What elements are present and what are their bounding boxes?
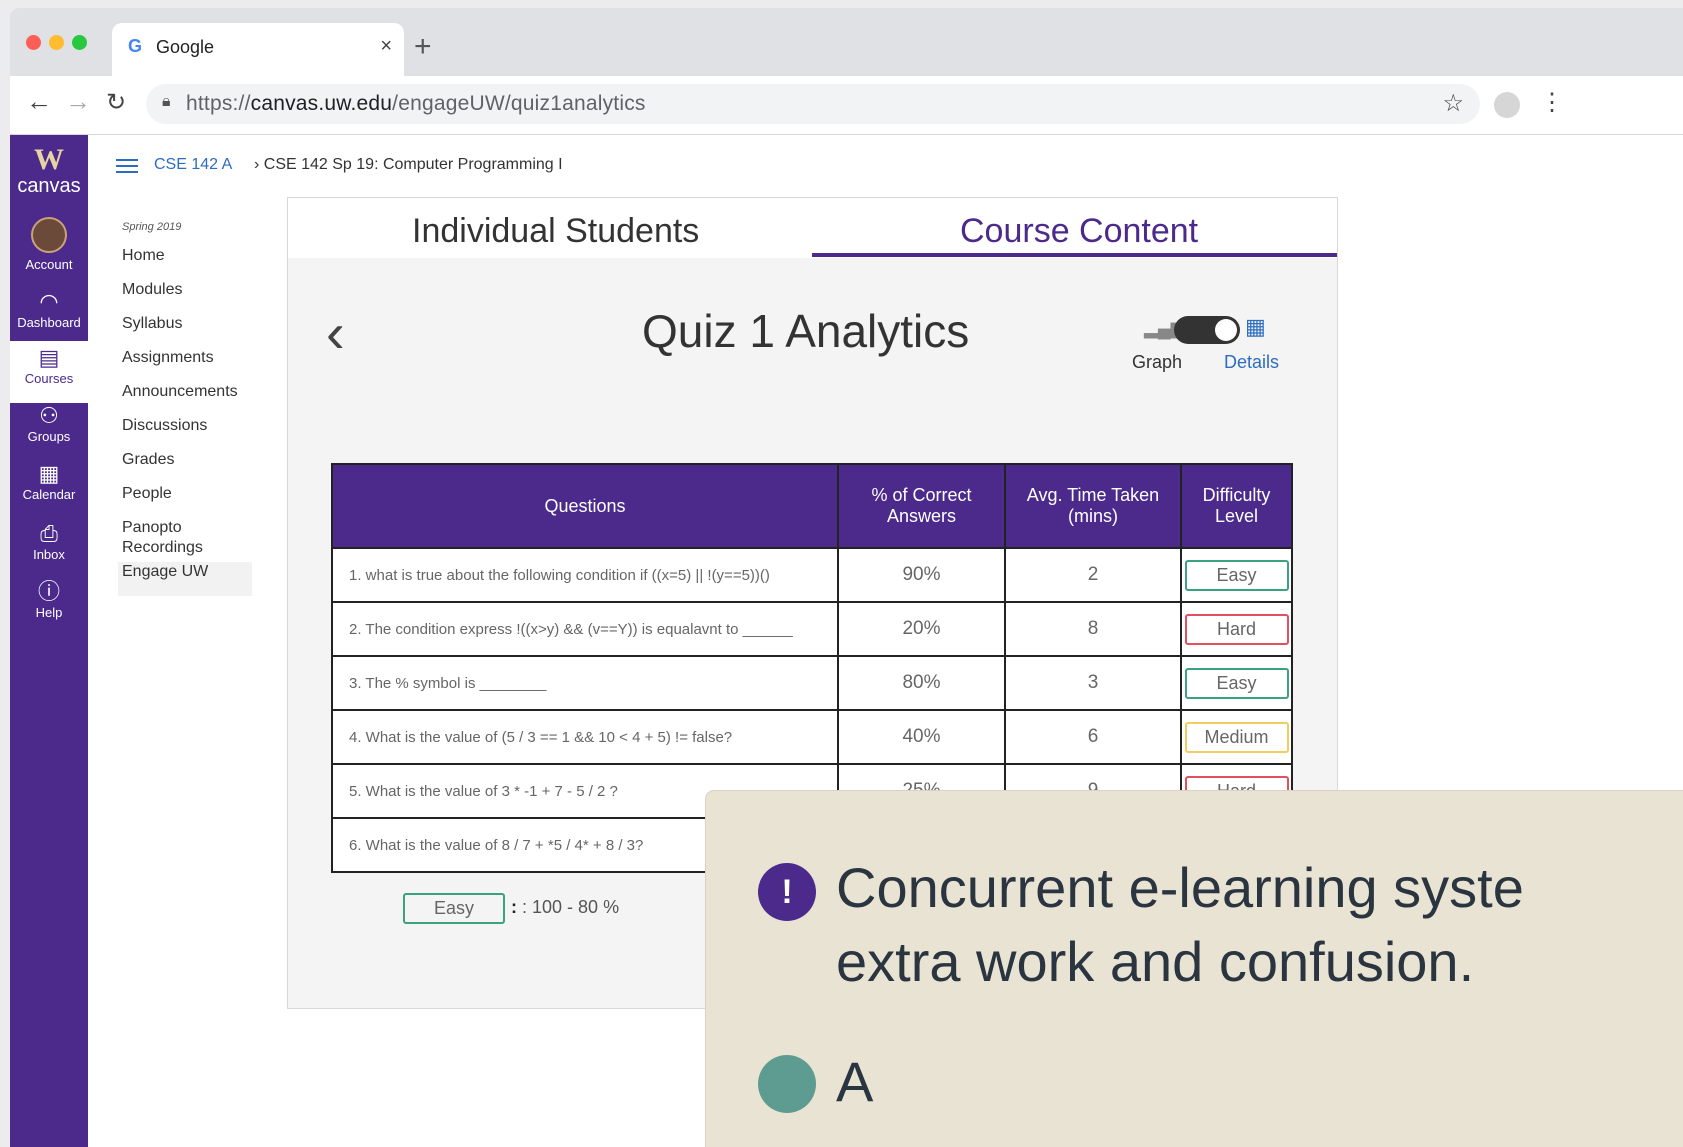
dashboard-icon: ◠ <box>39 289 59 314</box>
calendar-icon: ▦ <box>38 461 60 486</box>
col-header-questions: Questions <box>331 463 839 549</box>
address-bar[interactable]: 🔒︎ https://canvas.uw.edu/engageUW/quiz1a… <box>146 84 1480 124</box>
hamburger-menu-icon[interactable] <box>116 155 138 177</box>
nav-dashboard[interactable]: ◠ Dashboard <box>10 289 88 330</box>
table-row: 2. The condition express !((x>y) && (v==… <box>331 601 1293 657</box>
back-arrow-icon[interactable]: ← <box>26 86 52 117</box>
book-icon: ▤ <box>38 345 60 370</box>
toggle-label-graph[interactable]: Graph <box>1132 352 1182 373</box>
correct-cell: 80% <box>837 655 1006 711</box>
url-text: https://canvas.uw.edu/engageUW/quiz1anal… <box>186 92 646 115</box>
new-tab-icon[interactable]: + <box>414 30 432 64</box>
breadcrumb-course-link[interactable]: CSE 142 A <box>154 156 232 174</box>
difficulty-legend: Easy : : 100 - 80 % <box>403 893 619 924</box>
course-nav-engage-uw[interactable]: Engage UW <box>118 562 252 596</box>
browser-tab[interactable]: G Google × <box>112 23 404 77</box>
google-icon: G <box>128 36 143 56</box>
time-cell: 8 <box>1004 601 1182 657</box>
tab-individual-students[interactable]: Individual Students <box>412 212 699 251</box>
legend-easy-range: : : 100 - 80 % <box>511 897 620 917</box>
zoom-window-dot[interactable] <box>72 35 87 50</box>
time-cell: 3 <box>1004 655 1182 711</box>
inbox-icon: ⎙ <box>40 521 58 546</box>
groups-icon: ⚇ <box>39 403 59 428</box>
nav-account[interactable]: Account <box>10 217 88 272</box>
check-circle-icon <box>758 1055 816 1113</box>
nav-calendar[interactable]: ▦ Calendar <box>10 461 88 502</box>
nav-help[interactable]: ⓘ Help <box>10 579 88 620</box>
difficulty-badge: Medium <box>1184 721 1289 753</box>
callout-overlay: ! Concurrent e-learning syste extra work … <box>706 791 1683 1147</box>
grid-icon: ▦ <box>1245 314 1266 339</box>
correct-cell: 90% <box>837 547 1006 603</box>
course-nav-modules[interactable]: Modules <box>122 280 262 314</box>
course-nav-announcements[interactable]: Announcements <box>122 382 262 416</box>
tab-title: Google <box>156 37 215 57</box>
question-cell: 3. The % symbol is ________ <box>331 655 839 711</box>
course-nav-grades[interactable]: Grades <box>122 450 262 484</box>
correct-cell: 20% <box>837 601 1006 657</box>
col-header-correct: % of Correct Answers <box>837 463 1006 549</box>
difficulty-badge: Hard <box>1184 613 1289 645</box>
course-nav-panopto[interactable]: Panopto Recordings <box>122 518 212 562</box>
table-row: 3. The % symbol is ________ 80% 3 Easy <box>331 655 1293 711</box>
bookmark-star-icon[interactable]: ☆ <box>1442 89 1464 118</box>
time-cell: 2 <box>1004 547 1182 603</box>
col-header-time: Avg. Time Taken (mins) <box>1004 463 1182 549</box>
back-chevron-icon[interactable]: ‹ <box>326 300 345 365</box>
question-cell: 4. What is the value of (5 / 3 == 1 && 1… <box>331 709 839 765</box>
legend-easy-badge: Easy <box>403 893 505 924</box>
panel-tabs: Individual Students Course Content <box>288 198 1337 258</box>
more-menu-icon[interactable]: ⋮ <box>1540 88 1564 117</box>
avatar <box>31 217 67 253</box>
page-title: Quiz 1 Analytics <box>642 305 970 357</box>
close-window-dot[interactable] <box>26 35 41 50</box>
difficulty-cell: Hard <box>1180 601 1293 657</box>
table-row: 4. What is the value of (5 / 3 == 1 && 1… <box>331 709 1293 765</box>
global-nav: W canvas Account ◠ Dashboard ▤ Courses ⚇… <box>10 135 88 1147</box>
profile-avatar[interactable] <box>1494 92 1520 118</box>
course-nav: Spring 2019 Home Modules Syllabus Assign… <box>118 221 262 596</box>
nav-courses[interactable]: ▤ Courses <box>10 341 88 403</box>
minimize-window-dot[interactable] <box>49 35 64 50</box>
active-tab-underline <box>812 253 1337 257</box>
difficulty-badge: Easy <box>1184 667 1289 699</box>
difficulty-cell: Easy <box>1180 655 1293 711</box>
course-nav-syllabus[interactable]: Syllabus <box>122 314 262 348</box>
page-viewport: W canvas Account ◠ Dashboard ▤ Courses ⚇… <box>10 135 1683 1147</box>
tab-course-content[interactable]: Course Content <box>960 212 1198 251</box>
course-nav-people[interactable]: People <box>122 484 262 518</box>
forward-arrow-icon[interactable]: → <box>65 86 91 117</box>
difficulty-cell: Easy <box>1180 547 1293 603</box>
breadcrumb-current: › CSE 142 Sp 19: Computer Programming I <box>254 156 563 173</box>
course-term: Spring 2019 <box>122 221 182 233</box>
help-icon: ⓘ <box>37 579 60 604</box>
callout-message: Concurrent e-learning syste extra work an… <box>836 856 1524 993</box>
question-cell: 2. The condition express !((x>y) && (v==… <box>331 601 839 657</box>
course-nav-home[interactable]: Home <box>122 246 262 280</box>
question-cell: 1. what is true about the following cond… <box>331 547 839 603</box>
difficulty-cell: Medium <box>1180 709 1293 765</box>
col-header-difficulty: Difficulty Level <box>1180 463 1293 549</box>
browser-window: G Google × + ← → ↻ 🔒︎ https://canvas.uw.… <box>10 8 1683 1147</box>
callout-message-2: A <box>836 1050 874 1113</box>
close-tab-icon[interactable]: × <box>380 35 392 58</box>
exclamation-icon: ! <box>758 863 816 921</box>
reload-icon[interactable]: ↻ <box>106 88 126 117</box>
browser-toolbar: ← → ↻ 🔒︎ https://canvas.uw.edu/engageUW/… <box>10 76 1683 135</box>
canvas-logo[interactable]: W canvas <box>10 145 88 198</box>
difficulty-badge: Easy <box>1184 559 1289 591</box>
nav-groups[interactable]: ⚇ Groups <box>10 403 88 444</box>
course-nav-discussions[interactable]: Discussions <box>122 416 262 450</box>
course-nav-assignments[interactable]: Assignments <box>122 348 262 382</box>
lock-icon: 🔒︎ <box>162 93 171 110</box>
view-toggle: ▂▄▆ ▦ Graph Details <box>1132 314 1288 384</box>
table-row: 1. what is true about the following cond… <box>331 547 1293 603</box>
tab-bar: G Google × + <box>10 8 1683 77</box>
view-toggle-switch[interactable] <box>1174 316 1240 344</box>
toggle-label-details[interactable]: Details <box>1224 352 1279 373</box>
time-cell: 6 <box>1004 709 1182 765</box>
nav-inbox[interactable]: ⎙ Inbox <box>10 521 88 562</box>
correct-cell: 40% <box>837 709 1006 765</box>
